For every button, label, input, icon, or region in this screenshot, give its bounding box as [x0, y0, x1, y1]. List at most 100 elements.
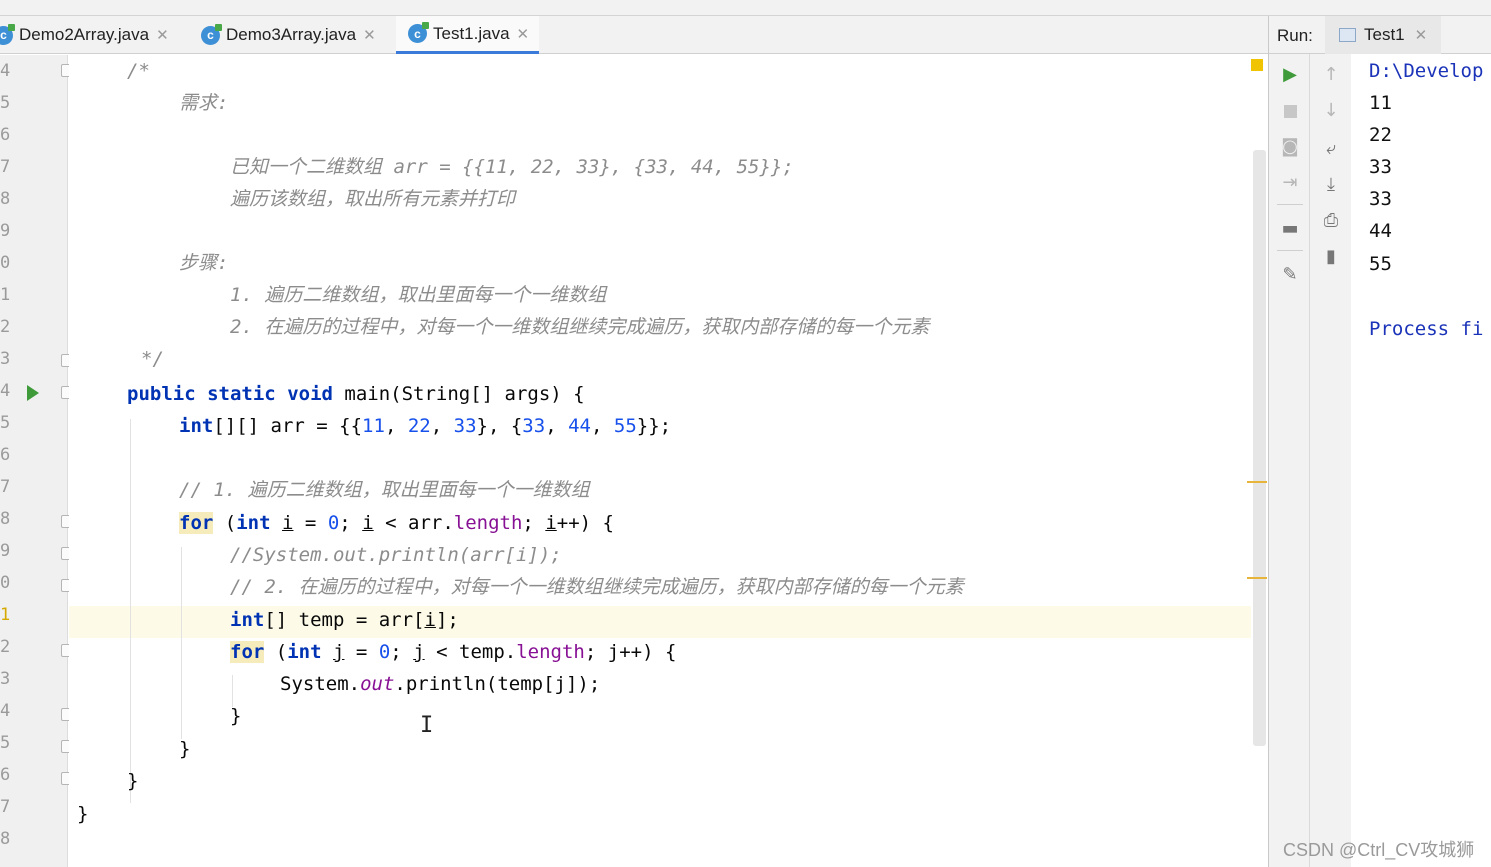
editor-scrollbar[interactable]	[1247, 55, 1267, 867]
java-class-icon: c	[408, 22, 429, 43]
variable: j	[607, 641, 620, 663]
code-text: }, {	[476, 415, 523, 437]
line-number: 0	[0, 573, 11, 593]
line-number: 6	[0, 445, 11, 465]
tab-test1[interactable]: c Test1.java ✕	[396, 16, 540, 54]
code-text: arr.	[408, 512, 454, 534]
restore-layout-icon[interactable]: ⇥	[1279, 172, 1301, 194]
scrollbar-thumb[interactable]	[1253, 150, 1266, 746]
run-tab-test1[interactable]: Test1 ✕	[1325, 16, 1442, 54]
trash-icon[interactable]: ▮	[1320, 246, 1342, 268]
line-number: 2	[0, 637, 11, 657]
arrow-down-icon[interactable]: ↓	[1320, 100, 1342, 122]
code-text: ++	[619, 641, 643, 663]
run-toolbar-right: ↑ ↓ ⤶ ⤓ ⎙ ▮	[1310, 54, 1351, 867]
console-line: 44	[1369, 220, 1392, 242]
stop-icon[interactable]	[1279, 100, 1301, 122]
line-number: 9	[0, 221, 11, 241]
code-line: // 1. 遍历二维数组，取出里面每一个一维数组	[179, 479, 590, 501]
run-config-icon	[1339, 28, 1356, 42]
indent-guide	[130, 419, 131, 803]
error-stripe-mark[interactable]	[1247, 577, 1267, 579]
soft-wrap-icon[interactable]: ⤶	[1320, 138, 1342, 160]
code-text: ];	[435, 609, 459, 631]
run-header: Run: Test1 ✕	[1269, 16, 1491, 54]
keyword: for	[179, 512, 214, 534]
number-literal: 0	[327, 512, 340, 534]
field: length	[453, 512, 523, 534]
line-number: 7	[0, 157, 11, 177]
close-icon[interactable]: ✕	[517, 25, 530, 43]
print-icon[interactable]: ⎙	[1320, 210, 1342, 232]
tab-demo2array[interactable]: c Demo2Array.java ✕	[0, 16, 169, 54]
tab-demo3array[interactable]: c Demo3Array.java ✕	[201, 16, 376, 54]
console-output[interactable]: D:\Develop 11 22 33 33 44 55 Process fi	[1351, 54, 1491, 867]
code-line-arr: int[][] arr = {{11, 22, 33}, {33, 44, 55…	[179, 410, 671, 442]
tab-label: Test1.java	[433, 23, 510, 43]
code-text: main(String[] args) {	[332, 383, 585, 405]
close-icon[interactable]: ✕	[363, 26, 376, 44]
variable: i	[545, 512, 557, 534]
code-text: ;	[584, 641, 597, 663]
error-stripe-mark[interactable]	[1247, 481, 1267, 483]
arrow-up-icon[interactable]: ↑	[1320, 64, 1342, 86]
code-editor[interactable]: /* 需求: 已知一个二维数组 arr = {{11, 22, 33}, {33…	[69, 55, 1251, 867]
console-line: 55	[1369, 253, 1392, 275]
code-line: 遍历该数组，取出所有元素并打印	[230, 188, 516, 210]
code-text: ,	[590, 415, 603, 437]
code-text: <	[436, 641, 448, 663]
variable: i	[424, 609, 436, 631]
pin-icon[interactable]: ✎	[1279, 264, 1301, 286]
code-text: ++	[556, 512, 580, 534]
code-text: (	[224, 512, 237, 534]
code-text: =	[304, 512, 317, 534]
line-number: 4	[0, 701, 11, 721]
warning-indicator-icon[interactable]	[1251, 59, 1263, 71]
scroll-to-end-icon[interactable]: ⤓	[1320, 174, 1342, 196]
tab-label: Demo3Array.java	[226, 25, 357, 44]
code-text: System.	[280, 673, 361, 695]
close-icon[interactable]: ✕	[1415, 26, 1428, 44]
line-number: 5	[0, 733, 11, 753]
indent-guide	[181, 547, 182, 739]
code-text: <	[385, 512, 397, 534]
tab-label: Demo2Array.java	[19, 25, 150, 44]
number-literal: 55	[613, 415, 637, 437]
line-number: 8	[0, 829, 11, 849]
run-main-icon[interactable]	[27, 385, 39, 401]
code-line-println: System.out.println(temp[j]);	[280, 668, 600, 700]
close-icon[interactable]: ✕	[156, 26, 169, 44]
code-text: [][] arr = {{	[213, 415, 363, 437]
code-line-for-inner: for (int j = 0; j < temp.length; j++) {	[230, 636, 676, 668]
code-text: .println(temp[j]);	[394, 673, 601, 695]
line-number: 1	[0, 285, 11, 305]
rerun-icon[interactable]: ▶	[1279, 64, 1301, 86]
console-line: Process fi	[1369, 318, 1484, 340]
code-line-temp: int[] temp = arr[i];	[230, 604, 459, 636]
camera-icon[interactable]: ◙	[1279, 136, 1301, 158]
code-text: ,	[384, 415, 397, 437]
run-tool-window: Run: Test1 ✕ ▶ ◙ ⇥ ▬ ✎ ↑ ↓ ⤶ ⤓ ⎙ ▮ D:\De…	[1268, 16, 1491, 867]
code-line: // 2. 在遍历的过程中，对每一个一维数组继续完成遍历，获取内部存储的每一个元…	[230, 576, 964, 598]
run-label: Run:	[1277, 26, 1313, 45]
code-line: 已知一个二维数组 arr = {{11, 22, 33}, {33, 44, 5…	[230, 156, 794, 178]
line-number: 8	[0, 509, 11, 529]
line-number: 6	[0, 125, 11, 145]
code-text: =	[355, 641, 368, 663]
code-line: */	[141, 348, 164, 370]
layout-icon[interactable]: ▬	[1279, 218, 1301, 240]
editor-tab-bar: c Demo2Array.java ✕ c Demo3Array.java ✕ …	[0, 16, 1268, 54]
line-number-gutter[interactable]: 4 5 6 7 8 9 0 1 2 3 4 5 6 7 8 9 0 1 2 3 …	[0, 55, 74, 867]
code-text: ;	[339, 512, 351, 534]
code-text: ) {	[642, 641, 677, 663]
line-number: 7	[0, 797, 11, 817]
code-text: [] temp = arr[	[264, 609, 425, 631]
text-cursor-icon: I	[420, 713, 434, 738]
code-line: 步骤:	[179, 252, 229, 274]
line-number: 1	[0, 605, 11, 625]
code-text: }};	[636, 415, 672, 437]
code-text: ) {	[579, 512, 614, 534]
code-text: ,	[430, 415, 443, 437]
console-line: 33	[1369, 188, 1392, 210]
code-line: /*	[127, 60, 150, 82]
